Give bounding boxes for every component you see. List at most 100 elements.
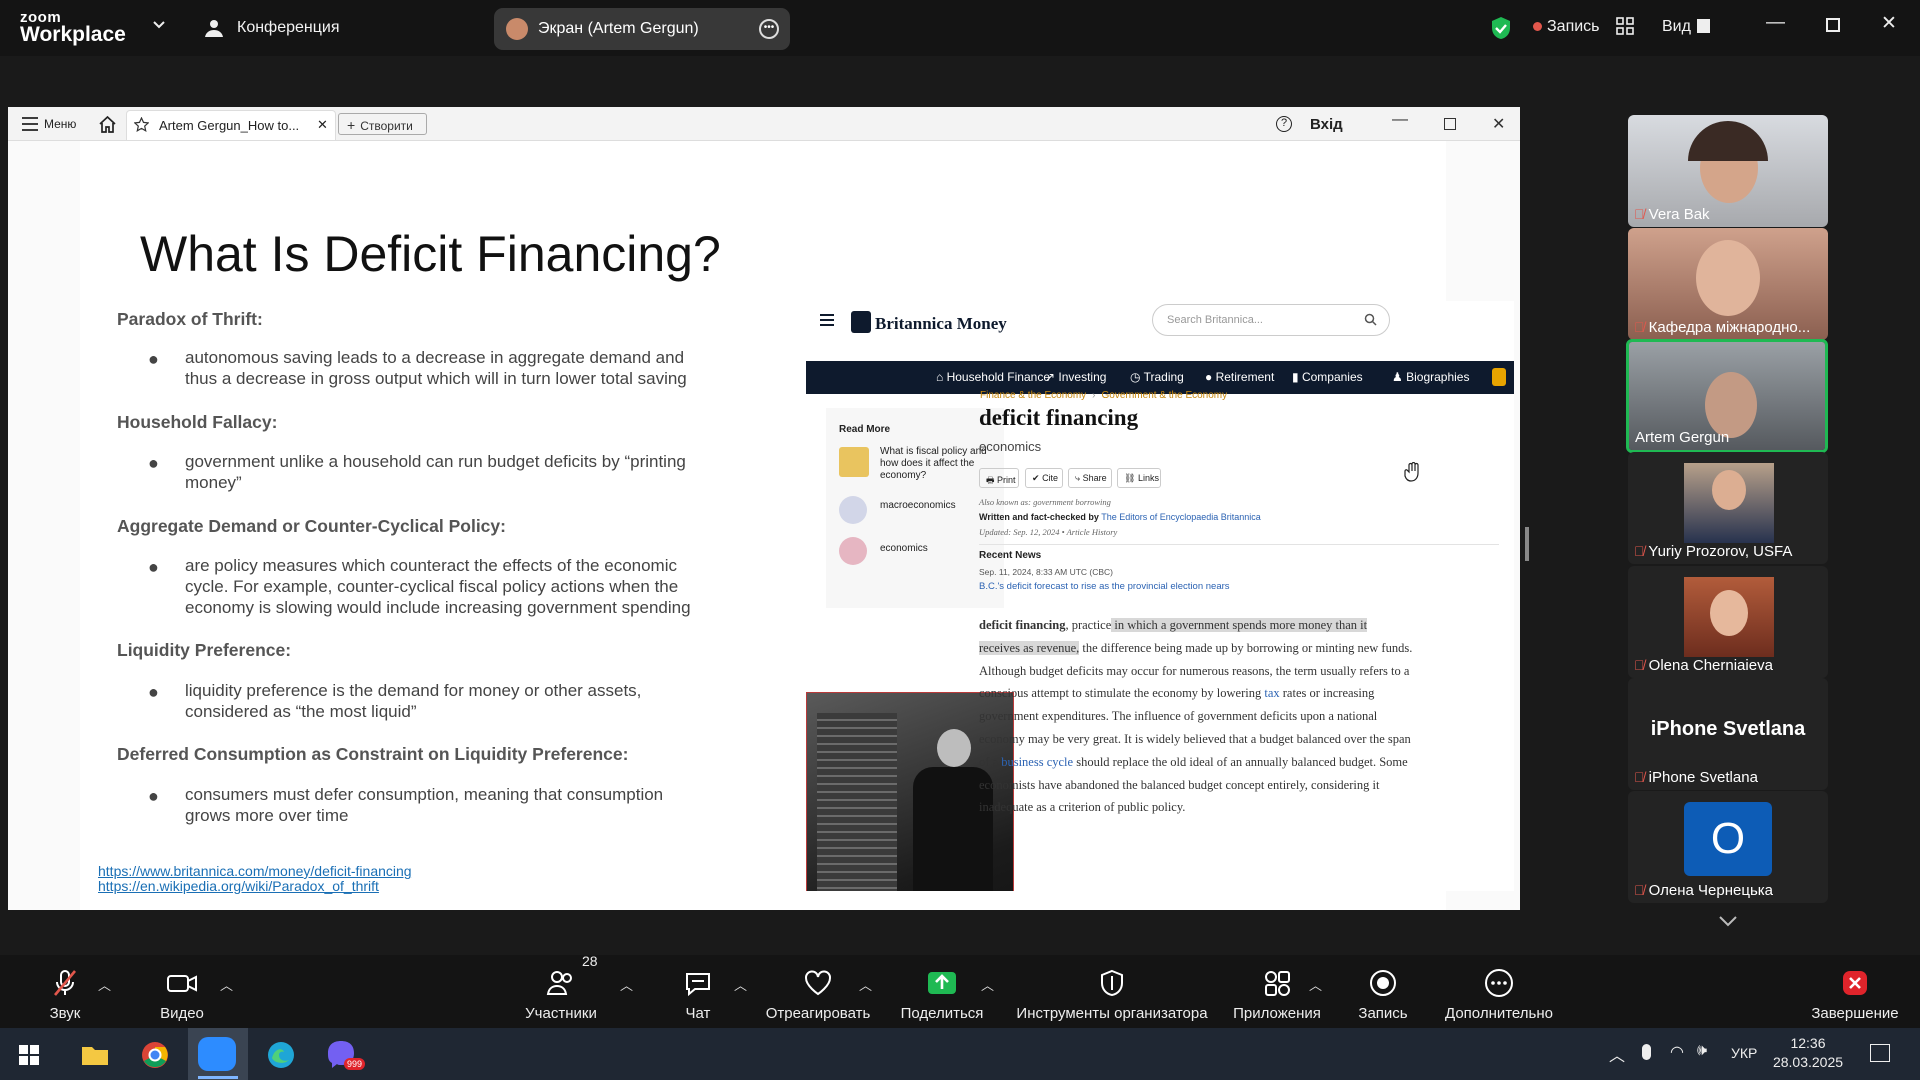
participant-tile[interactable]: 🎙̸ Yuriy Prozorov, USFA (1628, 452, 1828, 564)
file-explorer-icon[interactable] (74, 1034, 116, 1076)
search-placeholder: Search Britannica... (1167, 314, 1263, 326)
britannica-thistle-icon (851, 311, 871, 333)
chrome-icon[interactable] (134, 1034, 176, 1076)
help-icon[interactable]: ? (1276, 116, 1292, 132)
host-tools-button[interactable]: Инструменты организатора (1012, 955, 1212, 1028)
screen-share-indicator[interactable]: Экран (Artem Gergun) ••• (494, 8, 790, 50)
participant-tile-active[interactable]: Artem Gergun (1626, 339, 1828, 453)
home-icon[interactable] (98, 115, 117, 133)
recording-label[interactable]: Запись (1547, 18, 1600, 36)
viber-icon[interactable]: 999 (320, 1034, 366, 1076)
nav-item: ◷ Trading (1130, 370, 1184, 384)
written-by: Written and fact-checked by The Editors … (979, 512, 1261, 522)
powerpoint-title-bar: Меню Artem Gergun_How to... ✕ + Створити … (8, 107, 1520, 141)
updated: Updated: Sep. 12, 2024 • Article History (979, 527, 1118, 537)
end-meeting-button[interactable]: Завершение (1780, 955, 1920, 1028)
related-item: What is fiscal policy and how does it af… (880, 446, 987, 481)
notifications-icon[interactable] (1870, 1044, 1890, 1062)
zoom-app-icon (198, 1037, 236, 1071)
participant-tile[interactable]: 🎙̸ Vera Bak (1628, 115, 1828, 227)
share-label: Экран (Artem Gergun) (538, 20, 699, 37)
language-indicator[interactable]: УКР (1731, 1045, 1757, 1061)
zoom-taskbar-button[interactable] (188, 1028, 248, 1080)
tab-title: Artem Gergun_How to... (159, 118, 300, 133)
meeting-label[interactable]: Конференция (237, 19, 340, 37)
bullet-line: are policy measures which counteract the… (185, 556, 677, 575)
chevron-down-icon[interactable] (152, 18, 166, 32)
participant-tile[interactable]: 🎙̸ Кафедра міжнародно... (1628, 228, 1828, 340)
tab-close-icon[interactable]: ✕ (317, 117, 328, 133)
restore-icon[interactable] (1826, 18, 1840, 32)
plus-icon: + (347, 117, 356, 133)
bullet-line: cycle. For example, counter-cyclical fis… (185, 577, 679, 596)
microphone-tray-icon[interactable] (1642, 1044, 1651, 1060)
mic-muted-icon: 🎙̸ (1634, 882, 1645, 898)
bullet-icon: ● (148, 682, 159, 702)
participant-name: 🎙̸ iPhone Svetlana (1634, 769, 1758, 786)
participant-name: 🎙̸ Yuriy Prozorov, USFA (1634, 543, 1793, 560)
ppt-close-icon[interactable]: ✕ (1492, 114, 1505, 134)
bullet-text: are policy measures which counteract the… (185, 555, 691, 618)
zoom-top-bar: zoom Workplace Конференция Экран (Artem … (0, 0, 1920, 56)
tab-presentation[interactable]: Artem Gergun_How to... ✕ (126, 110, 336, 140)
menu-label[interactable]: Меню (44, 117, 76, 131)
signin-button[interactable]: Вхід (1310, 116, 1343, 133)
view-icon[interactable] (1697, 19, 1710, 33)
windows-start-icon[interactable] (19, 1045, 39, 1065)
star-icon[interactable] (134, 117, 149, 132)
bullet-icon: ● (148, 453, 159, 473)
panel-resize-handle[interactable] (1525, 527, 1529, 561)
participants-button[interactable]: 28 Участники (486, 953, 636, 1028)
news-date: Sep. 11, 2024, 8:33 AM UTC (CBC) (979, 567, 1114, 577)
ppt-restore-icon[interactable] (1444, 118, 1456, 130)
shield-check-icon[interactable] (1490, 16, 1512, 40)
close-icon[interactable]: ✕ (1881, 12, 1897, 35)
participant-tile[interactable]: 🎙̸ Olena Cherniaieva (1628, 566, 1828, 678)
minimize-icon[interactable]: — (1766, 12, 1785, 34)
tray-chevron-icon[interactable]: ︿ (1609, 1042, 1625, 1066)
more-button[interactable]: Дополнительно (1424, 955, 1574, 1028)
britannica-link[interactable]: https://www.britannica.com/money/deficit… (98, 864, 412, 879)
hamburger-icon[interactable] (22, 117, 38, 131)
article-subject: economics (979, 439, 1042, 454)
nav-item: ♟ Biographies (1392, 370, 1470, 384)
bullet-text: consumers must defer consumption, meanin… (185, 784, 663, 826)
volume-icon[interactable]: 🕪 (1697, 1042, 1707, 1060)
nav-badge-icon (1492, 368, 1506, 386)
edge-icon[interactable] (260, 1034, 302, 1076)
text-selection: receives as revenue, (979, 640, 1080, 655)
divider (979, 544, 1499, 545)
share-screen-button[interactable]: Поделиться (867, 955, 1017, 1028)
caret-up-icon[interactable]: ︿ (981, 975, 994, 994)
participant-tile[interactable]: O 🎙̸ Олена Чернецька (1628, 791, 1828, 903)
bullet-icon: ● (148, 349, 159, 369)
share-button: ⤷ Share (1068, 468, 1112, 488)
mic-muted-icon: 🎙̸ (1634, 769, 1645, 785)
caret-up-icon[interactable]: ︿ (220, 975, 233, 994)
wifi-icon[interactable]: ◠ (1670, 1042, 1684, 1062)
create-button[interactable]: + Створити (338, 113, 427, 135)
participant-name: 🎙̸ Vera Bak (1634, 206, 1710, 223)
meeting-info-icon[interactable] (202, 16, 226, 40)
view-label[interactable]: Вид (1662, 18, 1691, 36)
scroll-down-icon[interactable] (1718, 915, 1738, 927)
more-icon[interactable]: ••• (759, 19, 779, 39)
clock[interactable]: 12:36 28.03.2025 (1772, 1034, 1844, 1072)
mic-muted-icon: 🎙̸ (1634, 206, 1645, 222)
mic-muted-icon: 🎙̸ (1634, 543, 1645, 559)
para-line: inadequate as a criterion of public poli… (979, 800, 1186, 815)
bullet-line: money” (185, 473, 242, 492)
para-line: of a business cycle should replace the o… (979, 754, 1408, 769)
participant-name: 🎙̸ Олена Чернецька (1634, 882, 1774, 899)
shared-powerpoint-window: Меню Artem Gergun_How to... ✕ + Створити … (8, 107, 1520, 910)
wikipedia-link[interactable]: https://en.wikipedia.org/wiki/Paradox_of… (98, 879, 412, 894)
video-button[interactable]: Видео (107, 955, 257, 1028)
ppt-minimize-icon[interactable]: — (1392, 111, 1408, 129)
para-line: receives as revenue, the difference bein… (979, 640, 1413, 655)
participant-tile[interactable]: iPhone Svetlana 🎙̸ iPhone Svetlana (1628, 678, 1828, 790)
grid-icon[interactable] (1616, 17, 1634, 35)
print-button: 🖶 Print (979, 468, 1019, 488)
ellipsis-icon (1424, 968, 1574, 998)
print-icon: 🖶 (986, 475, 995, 485)
cite-icon: ✔ (1032, 473, 1040, 483)
